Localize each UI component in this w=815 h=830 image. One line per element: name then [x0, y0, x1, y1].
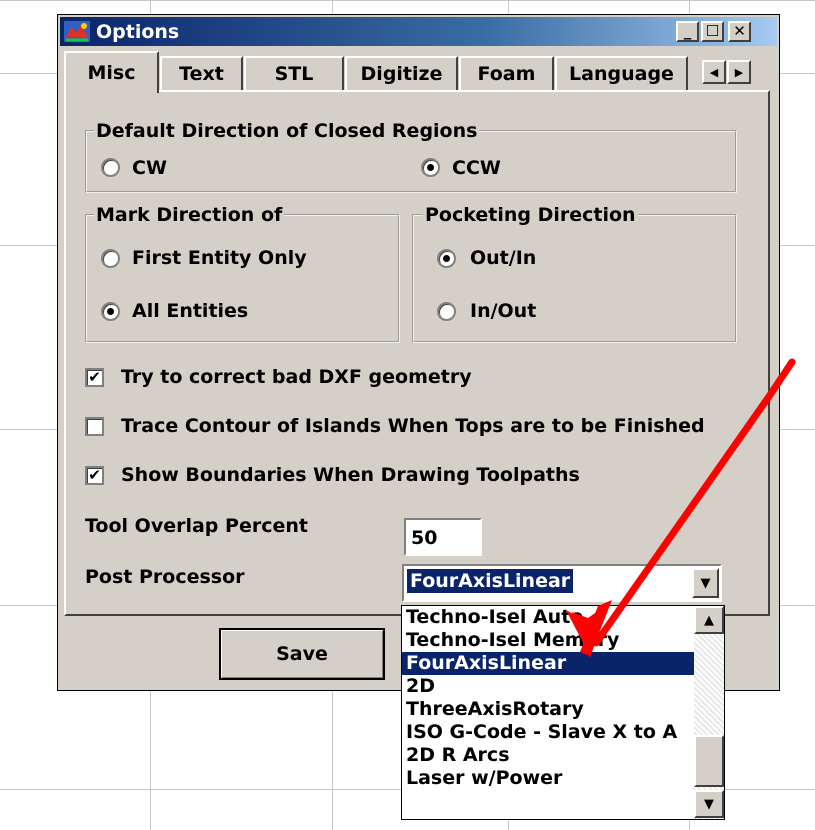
annotation-arrow-icon [566, 358, 796, 658]
tab-label: Misc [87, 62, 136, 84]
tab-misc[interactable]: Misc [64, 51, 159, 93]
